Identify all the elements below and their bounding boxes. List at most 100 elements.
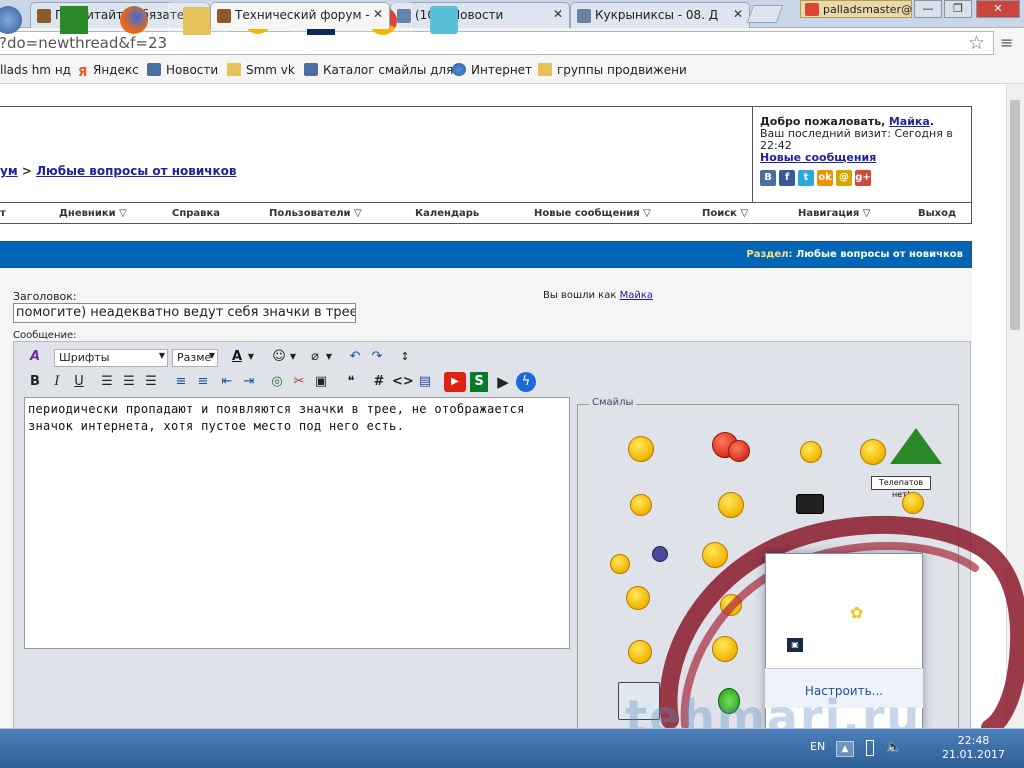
bookmark-item[interactable]: Я Яндекс (78, 63, 139, 79)
volume-icon[interactable]: 🔈 (886, 740, 902, 755)
font-select[interactable]: Шрифты ▼ (54, 349, 168, 367)
start-button[interactable] (0, 2, 26, 38)
ordered-list-icon[interactable]: ≡ (172, 372, 190, 392)
link-icon[interactable]: ◎ (268, 372, 286, 392)
bookmark-item[interactable]: группы продвижени (538, 63, 687, 77)
smilie-item[interactable] (796, 494, 824, 514)
bookmark-item[interactable]: Новости (147, 63, 218, 77)
tray-app-icon[interactable]: ▣ (787, 638, 803, 652)
tab-label: Технический форум - (235, 8, 370, 22)
indent-icon[interactable]: ⇥ (240, 372, 258, 392)
hashtag-icon[interactable]: # (370, 372, 388, 392)
twitter-share-icon[interactable]: t (798, 170, 814, 186)
chevron-down-icon[interactable]: ▼ (288, 347, 298, 367)
italic-icon[interactable]: I (48, 372, 66, 392)
nav-item-forum[interactable]: т (0, 208, 6, 219)
bookmark-item[interactable]: llads hm нд (0, 63, 71, 77)
mailru-share-icon[interactable]: @ (836, 170, 852, 186)
flash-icon[interactable]: ϟ (516, 372, 536, 392)
align-center-icon[interactable]: ☰ (120, 372, 138, 392)
chevron-down-icon[interactable]: ▼ (324, 347, 334, 367)
bookmark-item[interactable]: Каталог смайлы для (304, 63, 453, 77)
quote-icon[interactable]: ❝ (342, 372, 360, 392)
align-right-icon[interactable]: ☰ (142, 372, 160, 392)
bookmark-star-icon[interactable]: ☆ (968, 32, 985, 54)
smilie-item[interactable] (718, 492, 744, 518)
profile-button[interactable]: palladsmaster@ (800, 0, 912, 18)
close-icon[interactable]: ✕ (733, 7, 743, 21)
minimize-button[interactable]: — (914, 0, 942, 18)
odnoklassniki-share-icon[interactable]: ok (817, 170, 833, 186)
breadcrumb-link-forum[interactable]: ум (0, 164, 18, 178)
nav-item-navigation[interactable]: Навигация ▽ (798, 208, 870, 219)
nav-item-help[interactable]: Справка (172, 208, 220, 219)
close-icon[interactable]: ✕ (373, 7, 383, 21)
close-window-button[interactable]: ✕ (976, 0, 1020, 18)
scrollbar-thumb[interactable] (1010, 100, 1020, 330)
smilie-item[interactable] (712, 636, 738, 662)
php-icon[interactable]: ▤ (416, 372, 434, 392)
clock[interactable]: 22:48 21.01.2017 (942, 734, 1005, 762)
battery-icon[interactable] (866, 740, 874, 756)
title-input[interactable]: помогите) неадекватно ведут себя значки … (13, 303, 356, 323)
tray-flower-icon[interactable]: ✿ (850, 603, 863, 622)
tab-2[interactable]: Технический форум - ✕ (210, 2, 390, 29)
bookmark-item[interactable]: Интернет (452, 63, 532, 77)
size-select[interactable]: Разме ▼ (172, 349, 218, 367)
nav-item-diaries[interactable]: Дневники ▽ (59, 208, 127, 219)
resize-icon[interactable]: ↕ (398, 347, 412, 367)
bullet-list-icon[interactable]: ≡ (194, 372, 212, 392)
chevron-down-icon[interactable]: ▼ (246, 347, 256, 367)
taskbar-app-1[interactable] (46, 2, 104, 38)
unlink-icon[interactable]: ✂ (290, 372, 308, 392)
smilie-item[interactable] (628, 640, 652, 664)
tray-expand-icon[interactable]: ▲ (836, 741, 854, 757)
message-textarea[interactable]: периодически пропадают и появляются знач… (24, 397, 570, 649)
nav-item-calendar[interactable]: Календарь (415, 208, 479, 219)
smilie-item[interactable] (860, 439, 886, 465)
logged-in-user-link[interactable]: Майка (620, 290, 653, 301)
play-icon[interactable]: ▶ (494, 372, 512, 392)
smiley-icon[interactable]: ☺ (270, 347, 288, 367)
attachment-icon[interactable]: ⌀ (306, 347, 324, 367)
code-icon[interactable]: <> (392, 372, 414, 392)
smilie-item[interactable] (800, 441, 822, 463)
new-messages-link[interactable]: Новые сообщения (760, 151, 876, 164)
close-icon[interactable]: ✕ (553, 7, 563, 21)
maximize-button[interactable]: ❐ (944, 0, 972, 18)
remove-format-icon[interactable]: A (26, 347, 44, 367)
smilie-item[interactable] (720, 594, 742, 616)
smilie-item[interactable] (628, 436, 654, 462)
smilie-item[interactable] (902, 492, 924, 514)
smilie-item[interactable] (610, 554, 630, 574)
smilie-item[interactable] (702, 542, 728, 568)
nav-item-logout[interactable]: Выход (918, 208, 956, 219)
spoiler-icon[interactable]: S (470, 372, 488, 392)
taskbar-firefox[interactable] (106, 2, 164, 38)
image-icon[interactable]: ▣ (312, 372, 330, 392)
underline-icon[interactable]: U (70, 372, 88, 392)
smilie-item[interactable] (626, 586, 650, 610)
bold-icon[interactable]: B (26, 372, 44, 392)
youtube-icon[interactable]: ▶ (444, 372, 466, 392)
bookmark-item[interactable]: Smm vk (227, 63, 295, 77)
breadcrumb-link-section[interactable]: Любые вопросы от новичков (36, 164, 236, 178)
menu-icon[interactable]: ≡ (1000, 33, 1013, 52)
nav-item-new-posts[interactable]: Новые сообщения ▽ (534, 208, 651, 219)
text-color-icon[interactable]: A (228, 347, 246, 367)
tab-4[interactable]: Кукрыниксы - 08. Д ✕ (570, 2, 750, 28)
vk-share-icon[interactable]: В (760, 170, 776, 186)
googleplus-share-icon[interactable]: g+ (855, 170, 871, 186)
taskbar-app-8[interactable] (416, 2, 474, 38)
outdent-icon[interactable]: ⇤ (218, 372, 236, 392)
align-left-icon[interactable]: ☰ (98, 372, 116, 392)
smilie-item[interactable] (630, 494, 652, 516)
smilie-item[interactable] (652, 546, 668, 562)
undo-icon[interactable]: ↶ (346, 347, 364, 367)
nav-item-users[interactable]: Пользователи ▽ (269, 208, 362, 219)
nav-item-search[interactable]: Поиск ▽ (702, 208, 748, 219)
facebook-share-icon[interactable]: f (779, 170, 795, 186)
redo-icon[interactable]: ↷ (368, 347, 386, 367)
language-indicator[interactable]: EN (810, 740, 825, 753)
smilie-item[interactable] (728, 440, 750, 462)
